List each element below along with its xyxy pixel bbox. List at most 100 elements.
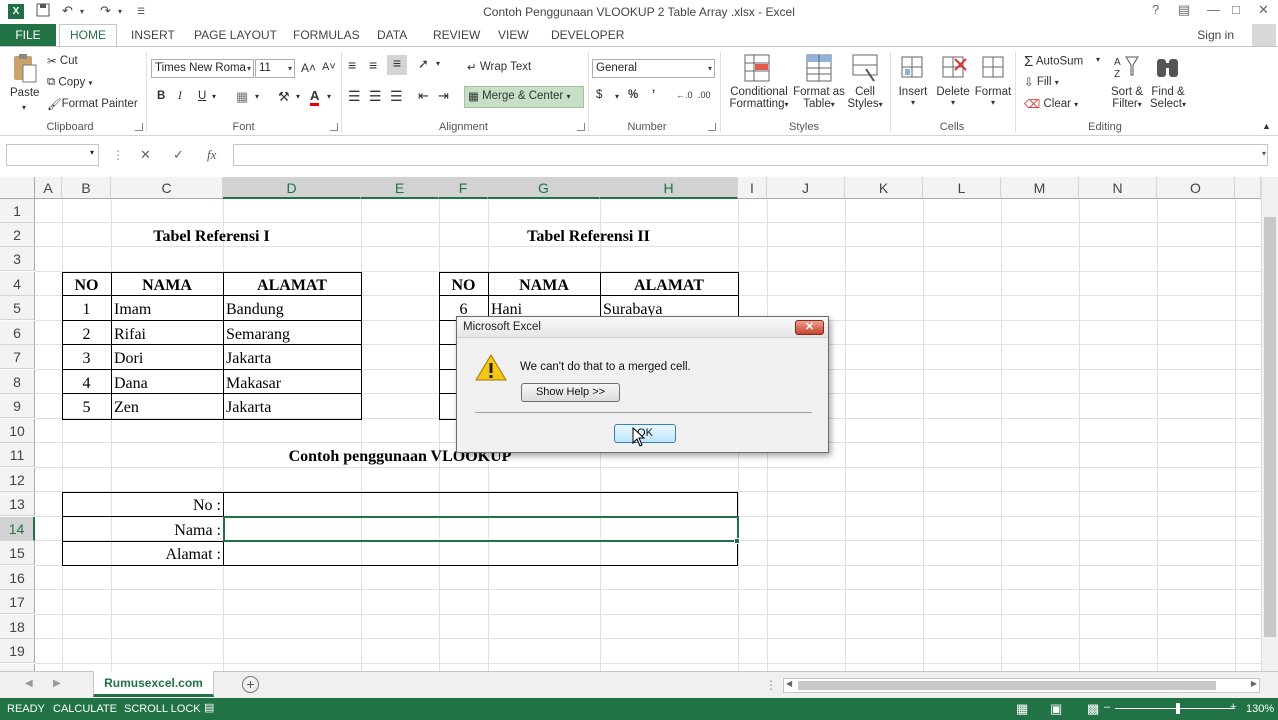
tab-insert[interactable]: INSERT <box>131 28 175 42</box>
table1-cell[interactable]: 3 <box>62 347 111 370</box>
delete-cells-button[interactable]: Delete ▾ <box>936 86 970 107</box>
number-launcher-icon[interactable] <box>708 123 716 131</box>
row-header-4[interactable]: 4 <box>0 272 35 296</box>
bold-button[interactable]: B <box>157 90 165 102</box>
sort-filter-icon[interactable]: AZ <box>1113 53 1141 83</box>
column-header-m[interactable]: M <box>1001 177 1079 199</box>
format-as-table-icon[interactable] <box>806 53 834 83</box>
lookup-label-no[interactable]: No : <box>62 494 221 517</box>
macro-record-icon[interactable]: ▤ <box>204 701 214 714</box>
enter-formula-button[interactable]: ✓ <box>173 147 184 163</box>
alignment-launcher-icon[interactable] <box>577 123 585 131</box>
lookup-label-alamat[interactable]: Alamat : <box>62 543 221 566</box>
underline-dropdown-icon[interactable]: ▾ <box>212 92 216 101</box>
vertical-scroll-thumb[interactable] <box>1264 217 1276 637</box>
row-header-10[interactable]: 10 <box>0 419 35 443</box>
percent-button[interactable]: % <box>628 89 638 101</box>
zoom-level[interactable]: 130% <box>1246 703 1274 715</box>
status-calculate[interactable]: CALCULATE <box>53 703 117 715</box>
paste-icon[interactable] <box>10 53 38 83</box>
table1-cell[interactable]: Bandung <box>226 298 360 321</box>
row-header-14[interactable]: 14 <box>0 517 35 541</box>
column-header-b[interactable]: B <box>62 177 111 199</box>
column-header-c[interactable]: C <box>111 177 223 199</box>
normal-view-icon[interactable]: ▦ <box>1016 701 1028 717</box>
user-avatar-icon[interactable] <box>1252 24 1276 46</box>
find-select-button[interactable]: Find & Select▾ <box>1148 86 1188 110</box>
horizontal-scroll-thumb[interactable] <box>798 681 1216 690</box>
page-layout-view-icon[interactable]: ▣ <box>1050 701 1062 717</box>
align-center-icon[interactable]: ☰ <box>369 88 382 105</box>
table1-cell[interactable]: Imam <box>114 298 222 321</box>
copy-button[interactable]: ⧉ Copy ▾ <box>47 76 93 89</box>
scroll-right-icon[interactable]: ▶ <box>1251 679 1257 688</box>
number-format-select[interactable]: General ▾ <box>592 59 715 78</box>
middle-align-icon[interactable]: ≡ <box>369 57 377 73</box>
expand-formula-bar-icon[interactable]: ▾ <box>1262 149 1266 158</box>
row-header-12[interactable]: 12 <box>0 468 35 492</box>
insert-cells-icon[interactable] <box>899 53 927 83</box>
table2-header-nama[interactable]: NAMA <box>488 274 600 297</box>
increase-indent-icon[interactable]: ⇥ <box>438 88 449 104</box>
add-sheet-button[interactable]: + <box>242 676 259 693</box>
table1-cell[interactable]: Semarang <box>226 323 360 346</box>
zoom-out-button[interactable]: – <box>1104 701 1110 713</box>
column-header-o[interactable]: O <box>1157 177 1235 199</box>
row-header-9[interactable]: 9 <box>0 394 35 418</box>
format-cells-button[interactable]: Format ▾ <box>974 86 1012 107</box>
close-button[interactable]: ✕ <box>1258 2 1269 18</box>
increase-decimal-button[interactable]: ←.0 <box>676 90 693 100</box>
table1-cell[interactable]: Rifai <box>114 323 222 346</box>
row-header-8[interactable]: 8 <box>0 370 35 394</box>
decrease-indent-icon[interactable]: ⇤ <box>418 88 429 104</box>
font-launcher-icon[interactable] <box>330 123 338 131</box>
column-header-p[interactable] <box>1235 177 1261 199</box>
column-header-f[interactable]: F <box>439 177 488 199</box>
column-header-h[interactable]: H <box>600 177 738 199</box>
table1-title[interactable]: Tabel Referensi I <box>62 225 361 248</box>
row-header-16[interactable]: 16 <box>0 566 35 590</box>
orientation-dropdown-icon[interactable]: ▾ <box>436 59 440 68</box>
table1-cell[interactable]: Dori <box>114 347 222 370</box>
tab-view[interactable]: VIEW <box>498 28 529 42</box>
table2-title[interactable]: Tabel Referensi II <box>439 225 738 248</box>
sort-filter-button[interactable]: Sort & Filter▾ <box>1108 86 1146 110</box>
table1-header-no[interactable]: NO <box>62 274 111 297</box>
paste-button[interactable]: Paste <box>10 87 39 99</box>
row-header-15[interactable]: 15 <box>0 541 35 565</box>
tab-home[interactable]: HOME <box>59 24 117 47</box>
row-header-3[interactable]: 3 <box>0 247 35 271</box>
format-as-table-button[interactable]: Format as Table▾ <box>791 86 847 110</box>
table1-cell[interactable]: 2 <box>62 323 111 346</box>
page-break-view-icon[interactable]: ▩ <box>1087 701 1099 717</box>
font-size-select[interactable]: 11 ▾ <box>255 59 295 78</box>
zoom-in-button[interactable]: + <box>1230 701 1236 713</box>
binoculars-icon[interactable] <box>1154 53 1182 83</box>
scroll-left-icon[interactable]: ◀ <box>786 679 792 688</box>
table1-header-nama[interactable]: NAMA <box>111 274 223 297</box>
zoom-slider-track[interactable] <box>1115 708 1235 709</box>
currency-dropdown-icon[interactable]: ▾ <box>615 92 619 101</box>
conditional-formatting-icon[interactable] <box>744 53 772 83</box>
column-header-a[interactable]: A <box>35 177 62 199</box>
column-header-l[interactable]: L <box>923 177 1001 199</box>
horizontal-scrollbar[interactable]: ◀ ▶ <box>783 678 1260 693</box>
column-header-i[interactable]: I <box>738 177 767 199</box>
underline-button[interactable]: U <box>198 90 206 102</box>
table1-cell[interactable]: Makasar <box>226 372 360 395</box>
shrink-font-button[interactable]: A˅ <box>322 61 336 73</box>
row-header-17[interactable]: 17 <box>0 590 35 614</box>
zoom-slider-thumb[interactable] <box>1176 703 1180 714</box>
clear-button[interactable]: ⌫ Clear ▾ <box>1024 97 1078 111</box>
tab-developer[interactable]: DEVELOPER <box>551 28 624 42</box>
ribbon-display-icon[interactable]: ▤ <box>1178 2 1190 18</box>
align-right-icon[interactable]: ☰ <box>390 88 403 105</box>
table1-cell[interactable]: Jakarta <box>226 396 360 419</box>
fill-handle[interactable] <box>734 538 740 544</box>
formula-input[interactable] <box>233 144 1268 166</box>
row-header-2[interactable]: 2 <box>0 223 35 247</box>
table1-cell[interactable]: 5 <box>62 396 111 419</box>
font-color-icon[interactable]: A <box>310 88 320 106</box>
tab-page-layout[interactable]: PAGE LAYOUT <box>194 28 277 42</box>
paste-dropdown-icon[interactable]: ▾ <box>22 103 26 112</box>
